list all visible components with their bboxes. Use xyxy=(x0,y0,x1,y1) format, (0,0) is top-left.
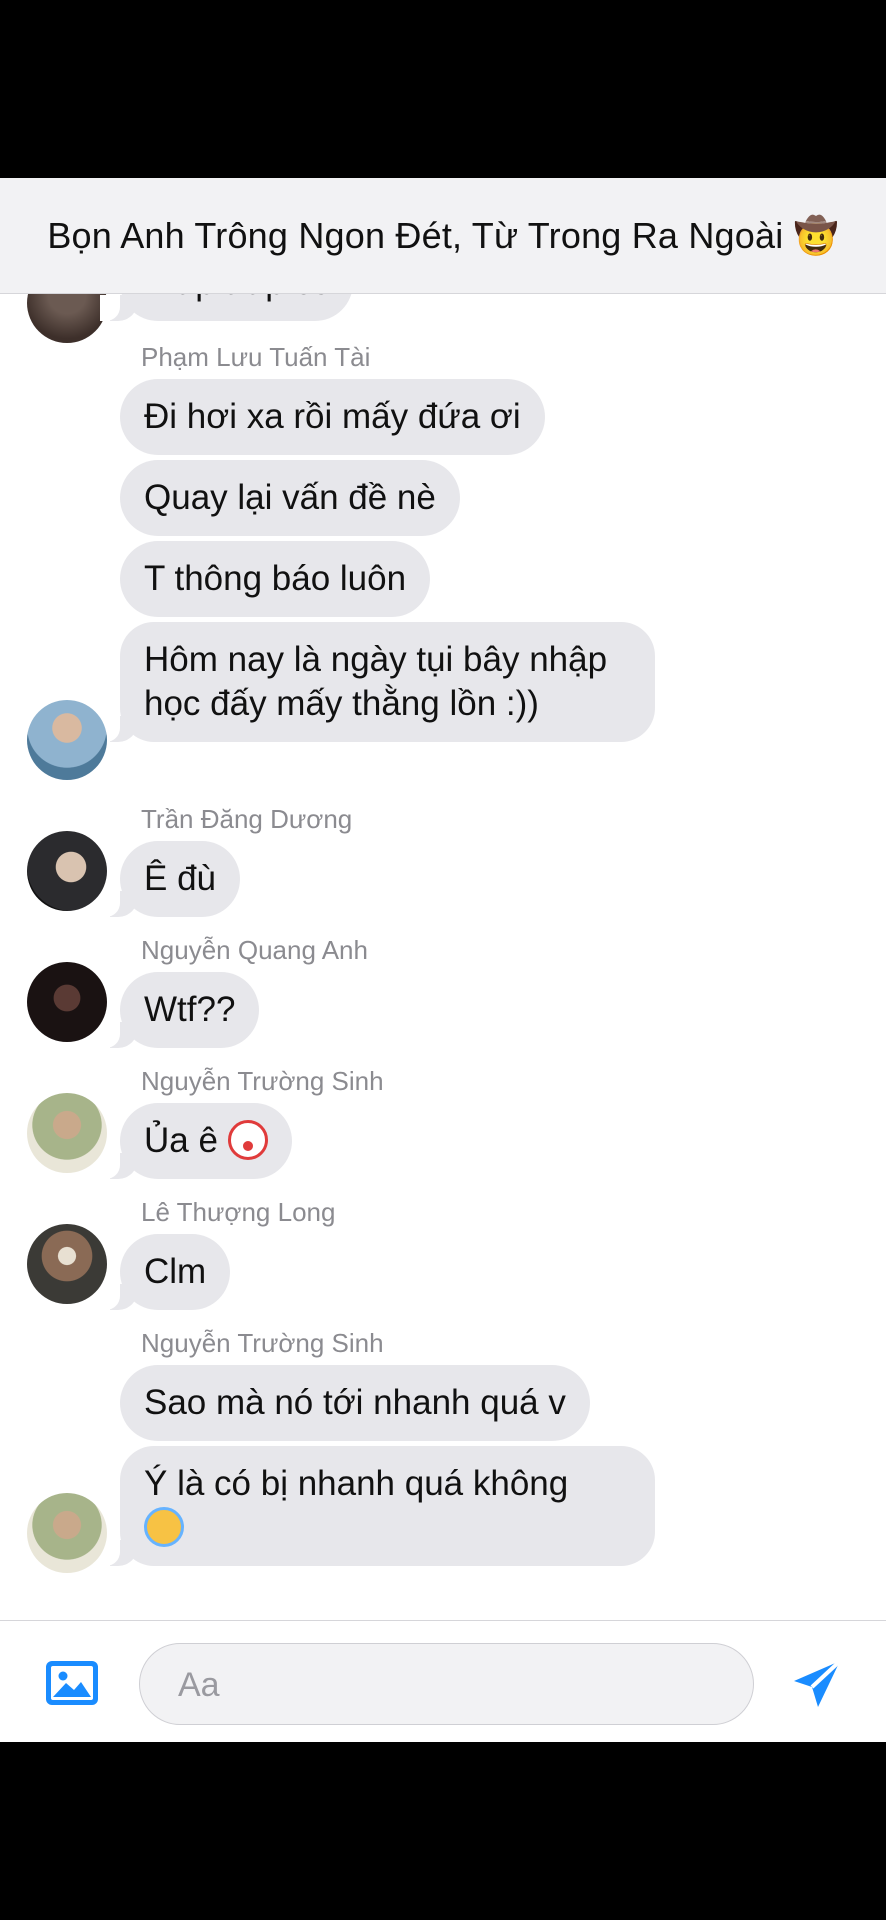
message-bubble[interactable]: Ý là có bị nhanh quá không xyxy=(100,1446,655,1566)
photo-icon[interactable] xyxy=(44,1659,100,1707)
message-text: T thông báo luôn xyxy=(144,559,407,598)
message-text: Ý là có bị nhanh quá không xyxy=(144,1464,569,1503)
message-input[interactable] xyxy=(176,1662,720,1708)
bottom-letterbox xyxy=(0,1742,886,1920)
message-bubble[interactable]: Clm xyxy=(99,1234,231,1310)
sender-name: Lê Thượng Long xyxy=(141,1197,336,1227)
smiling-face-with-halo-emoji-icon xyxy=(144,1507,184,1547)
avatar[interactable] xyxy=(27,962,107,1042)
sender-name: Nguyễn Trường Sinh xyxy=(141,1066,384,1096)
chat-screen: Bọn Anh Trông Ngon Đét, Từ Trong Ra Ngoà… xyxy=(0,178,886,1742)
avatar[interactable] xyxy=(27,1224,107,1304)
message-text: Hôm nay là ngày tụi bây nhập học đấy mấy… xyxy=(144,640,608,723)
message-text: Ủa ê xyxy=(144,1121,218,1160)
message-bubble[interactable]: Wtf?? xyxy=(99,972,260,1048)
avatar[interactable] xyxy=(27,700,107,780)
message-input-box[interactable] xyxy=(139,1643,754,1725)
sender-name: Trần Đăng Dương xyxy=(141,804,353,834)
message-text: Đi hơi xa rồi mấy đứa ơi xyxy=(144,397,521,436)
message-bubble[interactable]: Ủa ê xyxy=(100,1103,292,1179)
message-bubble[interactable]: Hôm nay là ngày tụi bây nhập học đấy mấy… xyxy=(100,622,655,742)
top-letterbox xyxy=(0,0,886,178)
group-title: Bọn Anh Trông Ngon Đét, Từ Trong Ra Ngoà… xyxy=(47,214,839,256)
message-bubble[interactable]: Ê đù xyxy=(100,841,240,917)
sender-name: Nguyễn Quang Anh xyxy=(141,935,368,965)
message-text: Clm xyxy=(144,1252,207,1291)
message-bubble[interactable]: Sao mà nó tới nhanh quá v xyxy=(120,1365,590,1441)
message-text: Wtf?? xyxy=(144,990,236,1029)
message-bubble[interactable]: T thông báo luôn xyxy=(120,541,431,617)
message-bubble[interactable]: Quay lại vấn đề nè xyxy=(120,460,460,536)
message-composer xyxy=(0,1620,886,1742)
clown-face-emoji-icon xyxy=(227,1120,268,1160)
chat-header: Bọn Anh Trông Ngon Đét, Từ Trong Ra Ngoà… xyxy=(0,178,886,294)
avatar[interactable] xyxy=(27,831,107,911)
avatar[interactable] xyxy=(27,1093,107,1173)
message-text: Sao mà nó tới nhanh quá v xyxy=(144,1383,566,1422)
message-text: Ê đù xyxy=(144,859,216,898)
send-icon[interactable] xyxy=(790,1657,844,1711)
sender-name: Phạm Lưu Tuấn Tài xyxy=(141,342,371,372)
message-text: Quay lại vấn đề nè xyxy=(144,478,436,517)
sender-name: Nguyễn Trường Sinh xyxy=(141,1328,384,1358)
avatar[interactable] xyxy=(27,1493,107,1573)
message-bubble[interactable]: Đi hơi xa rồi mấy đứa ơi xyxy=(120,379,545,455)
message-list[interactable]: Trap trap cc Phạm Lưu Tuấn Tài Đi hơi xa… xyxy=(0,245,886,1742)
